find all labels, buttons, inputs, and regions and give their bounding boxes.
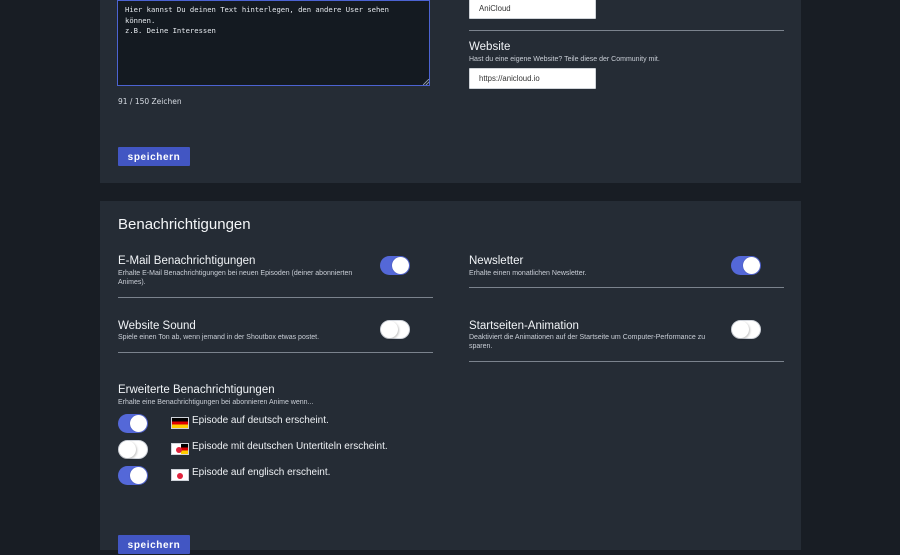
display-name-input[interactable]: AniCloud — [469, 0, 596, 19]
website-sound-toggle[interactable] — [380, 320, 410, 339]
option-label: Episode mit deutschen Untertiteln ersche… — [192, 441, 388, 452]
resize-handle-icon[interactable] — [423, 79, 429, 85]
japanese-flag-icon — [171, 469, 189, 481]
english-sub-toggle[interactable] — [118, 466, 148, 485]
advanced-notifications-title: Erweiterte Benachrichtigungen — [118, 384, 275, 396]
advanced-notifications-description: Erhalte eine Benachrichtigungen bei abon… — [118, 399, 314, 406]
toggle-knob — [732, 321, 749, 338]
setting-description: Deaktiviert die Animationen auf der Star… — [469, 334, 706, 350]
toggle-knob — [130, 467, 147, 484]
setting-description: Spiele einen Ton ab, wenn jemand in der … — [118, 334, 320, 341]
bio-textarea[interactable]: Hier kannst Du deinen Text hinterlegen, … — [117, 0, 430, 86]
homepage-animation-toggle[interactable] — [731, 320, 761, 339]
setting-title: Website Sound — [118, 320, 196, 332]
email-notifications-toggle[interactable] — [380, 256, 410, 275]
toggle-knob — [381, 321, 398, 338]
profile-settings-panel: Hier kannst Du deinen Text hinterlegen, … — [100, 0, 801, 183]
toggle-knob — [392, 257, 409, 274]
setting-description: Erhalte E-Mail Benachrichtigungen bei ne… — [118, 270, 353, 286]
setting-title: E-Mail Benachrichtigungen — [118, 255, 256, 267]
setting-description: Erhalte einen monatlichen Newsletter. — [469, 270, 587, 277]
divider — [469, 361, 784, 362]
website-description: Hast du eine eigene Website? Teile diese… — [469, 56, 660, 63]
newsletter-toggle[interactable] — [731, 256, 761, 275]
toggle-knob — [130, 415, 147, 432]
divider — [469, 287, 784, 288]
website-title: Website — [469, 41, 511, 53]
divider — [118, 297, 433, 298]
german-sub-toggle[interactable] — [118, 440, 148, 459]
save-notifications-button[interactable]: speichern — [118, 535, 190, 554]
option-label: Episode auf englisch erscheint. — [192, 467, 331, 478]
german-japanese-flag-icon — [171, 443, 189, 455]
option-label: Episode auf deutsch erscheint. — [192, 415, 329, 426]
notifications-panel: Benachrichtigungen E-Mail Benachrichtigu… — [100, 201, 801, 554]
toggle-knob — [743, 257, 760, 274]
save-profile-button[interactable]: speichern — [118, 147, 190, 166]
website-input[interactable]: https://anicloud.io — [469, 68, 596, 89]
setting-title: Newsletter — [469, 255, 524, 267]
toggle-knob — [119, 441, 136, 458]
character-counter: 91 / 150 Zeichen — [118, 97, 182, 106]
divider — [118, 352, 433, 353]
divider — [469, 30, 784, 31]
german-flag-icon — [171, 417, 189, 429]
setting-title: Startseiten-Animation — [469, 320, 579, 332]
german-dub-toggle[interactable] — [118, 414, 148, 433]
section-title: Benachrichtigungen — [118, 216, 251, 233]
